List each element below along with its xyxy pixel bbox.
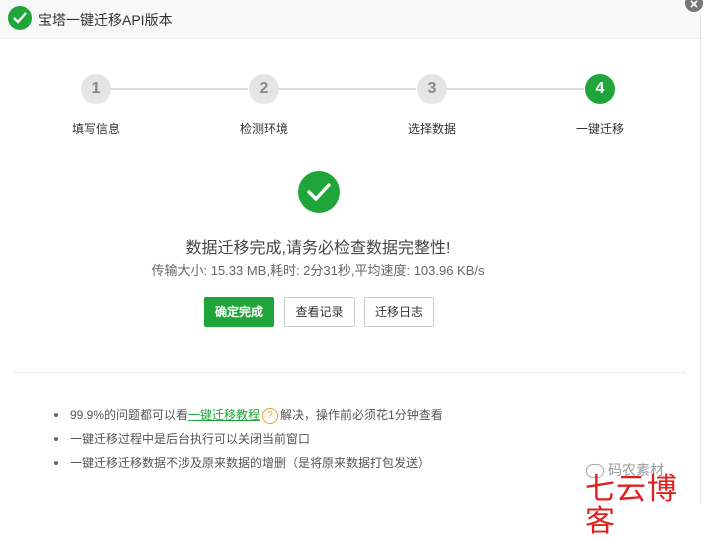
migration-log-button[interactable]: 迁移日志 <box>364 297 434 327</box>
migration-dialog: 宝塔一键迁移API版本 1 填写信息 2 检测环境 3 选择数据 4 一键迁移 … <box>0 0 701 504</box>
tips-list: 99.9%的问题都可以看一键迁移教程? 解决，操作前必须花1分钟查看 一键迁移过程… <box>52 406 443 478</box>
tip-text: 一键迁移过程中是后台执行可以关闭当前窗口 <box>70 432 311 446</box>
step-label: 填写信息 <box>71 122 120 136</box>
step-3: 3 选择数据 <box>372 72 492 137</box>
bullet <box>54 413 58 417</box>
divider <box>14 372 686 373</box>
tip-item: 99.9%的问题都可以看一键迁移教程? 解决，操作前必须花1分钟查看 <box>52 406 443 430</box>
watermark-logo: 七云博客 <box>585 472 678 539</box>
check-circle-icon <box>8 6 32 30</box>
dialog-titlebar: 宝塔一键迁移API版本 <box>0 0 700 39</box>
step-label: 一键迁移 <box>575 122 624 136</box>
help-icon[interactable]: ? <box>262 407 279 424</box>
view-records-button[interactable]: 查看记录 <box>284 297 355 327</box>
bullet <box>54 437 58 441</box>
tip-item: 一键迁移过程中是后台执行可以关闭当前窗口 <box>52 430 443 454</box>
dialog-title: 宝塔一键迁移API版本 <box>38 12 173 28</box>
step-1: 1 填写信息 <box>36 72 156 137</box>
step-number: 4 <box>585 74 615 104</box>
tip-text: 解决，操作前必须花1分钟查看 <box>280 408 443 422</box>
tip-text: 99.9%的问题都可以看 <box>70 408 189 422</box>
tip-text: 一键迁移迁移数据不涉及原来数据的增删（是将原来数据打包发送） <box>70 456 431 470</box>
success-check-icon <box>298 171 340 213</box>
tip-item: 一键迁移迁移数据不涉及原来数据的增删（是将原来数据打包发送） <box>52 454 443 478</box>
step-2: 2 检测环境 <box>204 72 324 137</box>
bullet <box>54 461 58 465</box>
step-number: 3 <box>417 74 447 104</box>
confirm-button[interactable]: 确定完成 <box>204 297 274 327</box>
step-number: 2 <box>249 74 279 104</box>
step-label: 检测环境 <box>239 122 288 136</box>
tutorial-link[interactable]: 一键迁移教程 <box>188 408 260 422</box>
step-4: 4 一键迁移 <box>540 72 660 137</box>
result-stats: 传输大小: 15.33 MB,耗时: 2分31秒,平均速度: 103.96 KB… <box>151 263 485 278</box>
result-title: 数据迁移完成,请务必检查数据完整性! <box>185 240 451 257</box>
step-label: 选择数据 <box>407 122 456 136</box>
step-number: 1 <box>81 74 111 104</box>
step-progress: 1 填写信息 2 检测环境 3 选择数据 4 一键迁移 <box>0 72 700 142</box>
